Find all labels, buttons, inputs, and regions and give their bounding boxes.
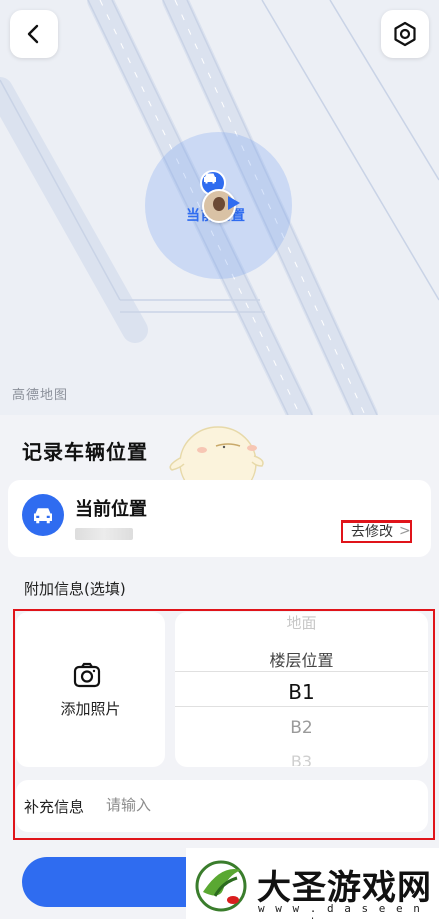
save-location-button[interactable] [22, 857, 192, 907]
additional-info-label: 附加信息(选填) [24, 580, 126, 598]
direction-arrow-icon [228, 196, 240, 210]
site-logo-icon [195, 860, 247, 912]
hexagon-gear-icon [394, 21, 416, 47]
car-icon [22, 494, 64, 536]
location-address-blurred [75, 528, 133, 540]
location-card [8, 480, 431, 557]
highlight-box-modify-outline [341, 520, 412, 543]
back-button[interactable] [10, 10, 58, 58]
chevron-left-icon [27, 24, 39, 44]
highlight-box-additional [13, 609, 435, 840]
site-url: w w w . d a s e e n . n e t [258, 902, 422, 919]
panel-title: 记录车辆位置 [22, 440, 148, 464]
map-view[interactable]: 当前位置 高德地图 [0, 0, 439, 415]
current-location-title: 当前位置 [75, 499, 147, 520]
map-provider-logo: 高德地图 [12, 388, 69, 403]
settings-button[interactable] [381, 10, 429, 58]
